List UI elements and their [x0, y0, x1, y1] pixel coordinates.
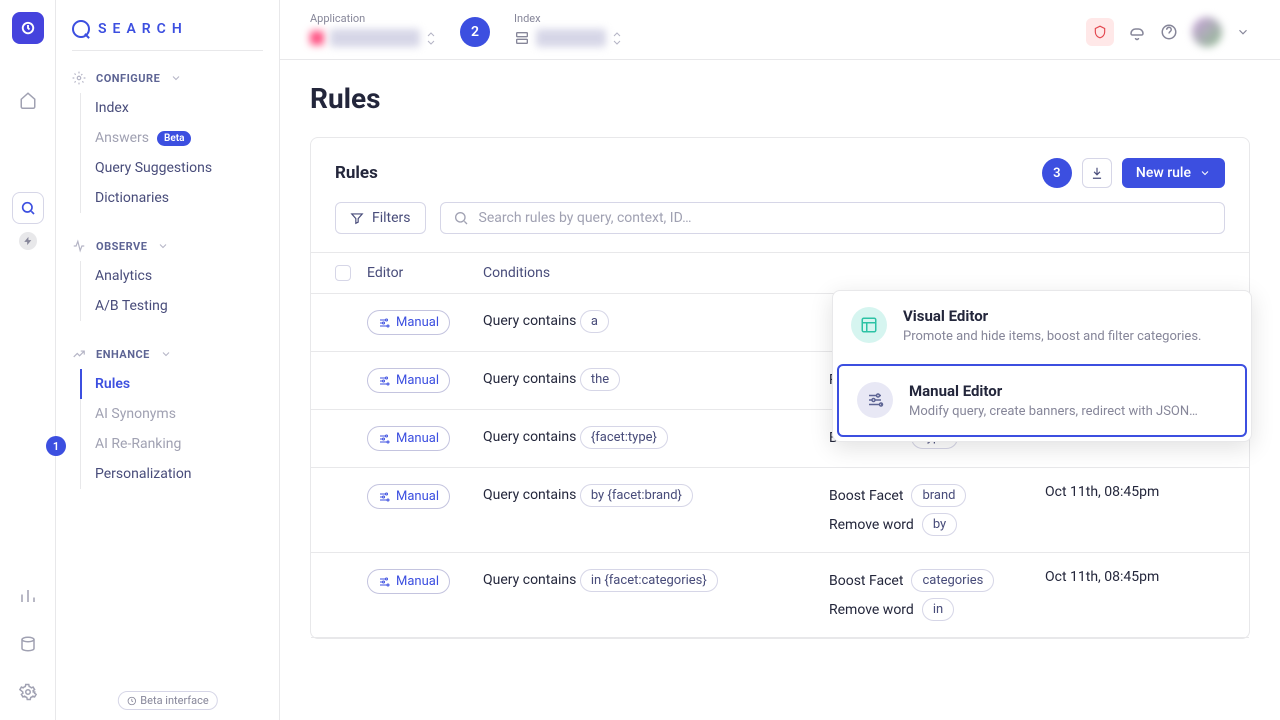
gear-icon[interactable] — [12, 676, 44, 708]
filters-button[interactable]: Filters — [335, 202, 426, 234]
sidebar-item-index[interactable]: Index — [95, 93, 267, 123]
section-observe[interactable]: OBSERVE — [68, 231, 267, 261]
sidebar-item-answers[interactable]: AnswersBeta — [95, 123, 267, 153]
section-configure[interactable]: CONFIGURE — [68, 63, 267, 93]
filter-icon — [350, 211, 364, 225]
rules-count-badge: 3 — [1042, 158, 1072, 188]
editor-chip: Manual — [367, 368, 450, 393]
topbar: Application 2 Index — [280, 0, 1280, 60]
manual-editor-option[interactable]: Manual Editor Modify query, create banner… — [837, 364, 1247, 437]
search-input[interactable]: Search rules by query, context, ID… — [440, 202, 1225, 234]
visual-editor-option[interactable]: Visual Editor Promote and hide items, boo… — [833, 291, 1251, 360]
sidebar-item-rules[interactable]: Rules — [95, 369, 267, 399]
clock-icon — [126, 696, 136, 706]
step-badge-2: 2 — [460, 17, 490, 47]
index-label: Index — [514, 12, 622, 25]
beta-interface-badge[interactable]: Beta interface — [117, 691, 217, 710]
search-icon — [453, 210, 469, 226]
sliders-icon — [857, 382, 893, 418]
editor-chip: Manual — [367, 426, 450, 451]
layout-icon — [851, 307, 887, 343]
chevron-down-icon — [170, 72, 182, 84]
sliders-icon — [378, 375, 390, 387]
chevron-down-icon — [157, 240, 169, 252]
chevron-down-icon — [1199, 167, 1211, 179]
table-row[interactable]: Manual Query contains in {facet:categori… — [311, 553, 1249, 638]
search-product-icon[interactable] — [12, 192, 44, 224]
page-title: Rules — [310, 82, 1250, 115]
help-icon[interactable] — [1160, 23, 1178, 41]
panel-title: Rules — [335, 163, 1042, 183]
database-icon — [514, 30, 530, 46]
chevron-down-icon — [160, 348, 172, 360]
sidebar-item-ab-testing[interactable]: A/B Testing — [95, 291, 267, 321]
table-row[interactable]: Manual Query contains by {facet:brand} B… — [311, 468, 1249, 553]
bolt-icon[interactable] — [19, 232, 37, 250]
sidebar-item-query-suggestions[interactable]: Query Suggestions — [95, 153, 267, 183]
col-conditions: Conditions — [483, 265, 813, 281]
app-color-icon — [310, 31, 324, 45]
index-name-redacted — [536, 29, 606, 47]
section-enhance[interactable]: ENHANCE — [68, 339, 267, 369]
shield-icon[interactable] — [1086, 18, 1114, 46]
sliders-icon — [378, 491, 390, 503]
search-placeholder: Search rules by query, context, ID… — [479, 210, 692, 226]
new-rule-dropdown: Visual Editor Promote and hide items, boo… — [832, 290, 1252, 442]
editor-chip: Manual — [367, 310, 450, 335]
sidebar: SEARCH CONFIGURE Index AnswersBeta Query… — [56, 0, 280, 720]
chevron-down-icon[interactable] — [1236, 25, 1250, 39]
magnifier-icon — [72, 20, 90, 38]
trend-up-icon — [72, 347, 86, 361]
manual-editor-title: Manual Editor — [909, 382, 1198, 400]
sliders-icon — [378, 433, 390, 445]
editor-chip: Manual — [367, 484, 450, 509]
index-selector[interactable]: Index — [514, 12, 622, 47]
data-icon[interactable] — [12, 628, 44, 660]
app-name-redacted — [330, 29, 420, 47]
brand[interactable]: SEARCH — [68, 20, 267, 50]
home-icon[interactable] — [12, 84, 44, 116]
col-editor: Editor — [367, 265, 467, 281]
manual-editor-desc: Modify query, create banners, redirect w… — [909, 404, 1198, 419]
sidebar-item-personalization[interactable]: Personalization — [95, 459, 267, 489]
chevron-updown-icon — [426, 32, 436, 45]
bell-icon[interactable] — [1128, 23, 1146, 41]
sidebar-item-ai-synonyms[interactable]: AI Synonyms — [95, 399, 267, 429]
visual-editor-desc: Promote and hide items, boost and filter… — [903, 329, 1201, 344]
editor-chip: Manual — [367, 569, 450, 594]
download-button[interactable] — [1082, 158, 1112, 188]
app-logo[interactable] — [12, 12, 44, 44]
application-selector[interactable]: Application — [310, 12, 436, 47]
sliders-icon — [378, 317, 390, 329]
analytics-icon[interactable] — [12, 580, 44, 612]
new-rule-button[interactable]: New rule — [1122, 158, 1225, 188]
step-badge-1: 1 — [46, 436, 66, 456]
avatar[interactable] — [1192, 17, 1222, 47]
beta-badge: Beta — [157, 131, 191, 146]
select-all-checkbox[interactable] — [335, 265, 351, 281]
sidebar-item-dictionaries[interactable]: Dictionaries — [95, 183, 267, 213]
sidebar-item-analytics[interactable]: Analytics — [95, 261, 267, 291]
sliders-icon — [378, 576, 390, 588]
table-header: Editor Conditions — [311, 252, 1249, 294]
chevron-updown-icon — [612, 32, 622, 45]
main: Application 2 Index Rules Rules 3 New ru… — [280, 0, 1280, 720]
gear-icon — [72, 71, 86, 85]
activity-icon — [72, 239, 86, 253]
visual-editor-title: Visual Editor — [903, 307, 1201, 325]
iconbar — [0, 0, 56, 720]
application-label: Application — [310, 12, 436, 25]
sidebar-item-ai-reranking[interactable]: AI Re-Ranking — [95, 429, 267, 459]
